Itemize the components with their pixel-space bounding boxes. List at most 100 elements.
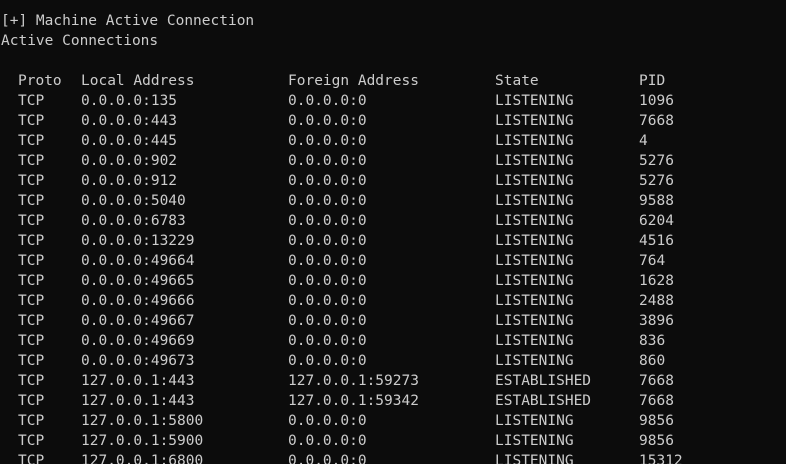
local-address-cell: 127.0.0.1:443: [81, 393, 195, 409]
pid-cell: 9588: [639, 193, 674, 209]
proto-cell: TCP: [18, 133, 45, 149]
table-header: Proto Local Address Foreign Address Stat…: [0, 71, 786, 91]
state-cell: LISTENING: [495, 413, 574, 429]
foreign-address-cell: 0.0.0.0:0: [288, 273, 367, 289]
pid-cell: 4: [639, 133, 648, 149]
state-cell: LISTENING: [495, 333, 574, 349]
local-address-cell: 0.0.0.0:443: [81, 113, 178, 129]
proto-cell: TCP: [18, 113, 45, 129]
foreign-address-cell: 0.0.0.0:0: [288, 193, 367, 209]
state-cell: LISTENING: [495, 153, 574, 169]
foreign-address-cell: 0.0.0.0:0: [288, 233, 367, 249]
foreign-address-cell: 0.0.0.0:0: [288, 113, 367, 129]
pid-cell: 9856: [639, 433, 674, 449]
foreign-address-cell: 0.0.0.0:0: [288, 93, 367, 109]
state-cell: LISTENING: [495, 173, 574, 189]
proto-cell: TCP: [18, 393, 45, 409]
table-row: TCP 0.0.0.0:49673 0.0.0.0:0 LISTENING 860: [0, 351, 786, 371]
proto-cell: TCP: [18, 293, 45, 309]
foreign-address-cell: 0.0.0.0:0: [288, 133, 367, 149]
proto-cell: TCP: [18, 173, 45, 189]
pid-cell: 1096: [639, 93, 674, 109]
pid-cell: 7668: [639, 113, 674, 129]
column-header-pid: PID: [639, 73, 666, 89]
proto-cell: TCP: [18, 433, 45, 449]
local-address-cell: 0.0.0.0:445: [81, 133, 178, 149]
foreign-address-cell: 127.0.0.1:59273: [288, 373, 419, 389]
table-row: TCP 0.0.0.0:49666 0.0.0.0:0 LISTENING 2488: [0, 291, 786, 311]
table-row: TCP 127.0.0.1:6800 0.0.0.0:0 LISTENING 15312: [0, 451, 786, 464]
proto-cell: TCP: [18, 193, 45, 209]
state-cell: LISTENING: [495, 113, 574, 129]
local-address-cell: 0.0.0.0:49666: [81, 293, 195, 309]
subtitle-line: Active Connections: [1, 33, 159, 49]
pid-cell: 9856: [639, 413, 674, 429]
state-cell: LISTENING: [495, 233, 574, 249]
proto-cell: TCP: [18, 373, 45, 389]
proto-cell: TCP: [18, 233, 45, 249]
proto-cell: TCP: [18, 93, 45, 109]
table-row: TCP 127.0.0.1:443 127.0.0.1:59273 ESTABLISH…: [0, 371, 786, 391]
local-address-cell: 0.0.0.0:13229: [81, 233, 195, 249]
local-address-cell: 0.0.0.0:49673: [81, 353, 195, 369]
proto-cell: TCP: [18, 453, 45, 464]
table-row: TCP 0.0.0.0:135 0.0.0.0:0 LISTENING 1096: [0, 91, 786, 111]
pid-cell: 2488: [639, 293, 674, 309]
column-header-foreign-address: Foreign Address: [288, 73, 419, 89]
proto-cell: TCP: [18, 313, 45, 329]
table-row: TCP 0.0.0.0:5040 0.0.0.0:0 LISTENING 9588: [0, 191, 786, 211]
state-cell: LISTENING: [495, 213, 574, 229]
state-cell: ESTABLISHED: [495, 373, 592, 389]
foreign-address-cell: 127.0.0.1:59342: [288, 393, 419, 409]
proto-cell: TCP: [18, 153, 45, 169]
pid-cell: 7668: [639, 373, 674, 389]
foreign-address-cell: 0.0.0.0:0: [288, 173, 367, 189]
local-address-cell: 0.0.0.0:49669: [81, 333, 195, 349]
column-header-local-address: Local Address: [81, 73, 195, 89]
pid-cell: 764: [639, 253, 666, 269]
local-address-cell: 0.0.0.0:49664: [81, 253, 195, 269]
pid-cell: 4516: [639, 233, 674, 249]
column-header-state: State: [495, 73, 539, 89]
table-row: TCP 0.0.0.0:49664 0.0.0.0:0 LISTENING 764: [0, 251, 786, 271]
state-cell: LISTENING: [495, 453, 574, 464]
local-address-cell: 127.0.0.1:5800: [81, 413, 204, 429]
foreign-address-cell: 0.0.0.0:0: [288, 333, 367, 349]
table-row: TCP 0.0.0.0:49669 0.0.0.0:0 LISTENING 836: [0, 331, 786, 351]
proto-cell: TCP: [18, 213, 45, 229]
state-cell: LISTENING: [495, 133, 574, 149]
table-row: TCP 0.0.0.0:49667 0.0.0.0:0 LISTENING 3896: [0, 311, 786, 331]
local-address-cell: 0.0.0.0:49665: [81, 273, 195, 289]
table-row: TCP 0.0.0.0:902 0.0.0.0:0 LISTENING 5276: [0, 151, 786, 171]
state-cell: ESTABLISHED: [495, 393, 592, 409]
state-cell: LISTENING: [495, 433, 574, 449]
terminal-window[interactable]: [+] Machine Active Connection Active Con…: [0, 0, 786, 464]
table-row: TCP 0.0.0.0:6783 0.0.0.0:0 LISTENING 6204: [0, 211, 786, 231]
table-row: TCP 0.0.0.0:49665 0.0.0.0:0 LISTENING 1628: [0, 271, 786, 291]
foreign-address-cell: 0.0.0.0:0: [288, 433, 367, 449]
proto-cell: TCP: [18, 253, 45, 269]
title-line: [+] Machine Active Connection: [1, 13, 255, 29]
pid-cell: 860: [639, 353, 666, 369]
state-cell: LISTENING: [495, 293, 574, 309]
pid-cell: 5276: [639, 173, 674, 189]
foreign-address-cell: 0.0.0.0:0: [288, 153, 367, 169]
pid-cell: 15312: [639, 453, 683, 464]
state-cell: LISTENING: [495, 313, 574, 329]
local-address-cell: 0.0.0.0:912: [81, 173, 178, 189]
state-cell: LISTENING: [495, 193, 574, 209]
proto-cell: TCP: [18, 273, 45, 289]
foreign-address-cell: 0.0.0.0:0: [288, 213, 367, 229]
column-header-proto: Proto: [18, 73, 62, 89]
table-row: TCP 127.0.0.1:443 127.0.0.1:59342 ESTABLISH…: [0, 391, 786, 411]
table-row: TCP 0.0.0.0:13229 0.0.0.0:0 LISTENING 4516: [0, 231, 786, 251]
foreign-address-cell: 0.0.0.0:0: [288, 313, 367, 329]
local-address-cell: 127.0.0.1:5900: [81, 433, 204, 449]
pid-cell: 7668: [639, 393, 674, 409]
local-address-cell: 127.0.0.1:6800: [81, 453, 204, 464]
local-address-cell: 0.0.0.0:902: [81, 153, 178, 169]
foreign-address-cell: 0.0.0.0:0: [288, 353, 367, 369]
local-address-cell: 0.0.0.0:135: [81, 93, 178, 109]
state-cell: LISTENING: [495, 273, 574, 289]
state-cell: LISTENING: [495, 93, 574, 109]
